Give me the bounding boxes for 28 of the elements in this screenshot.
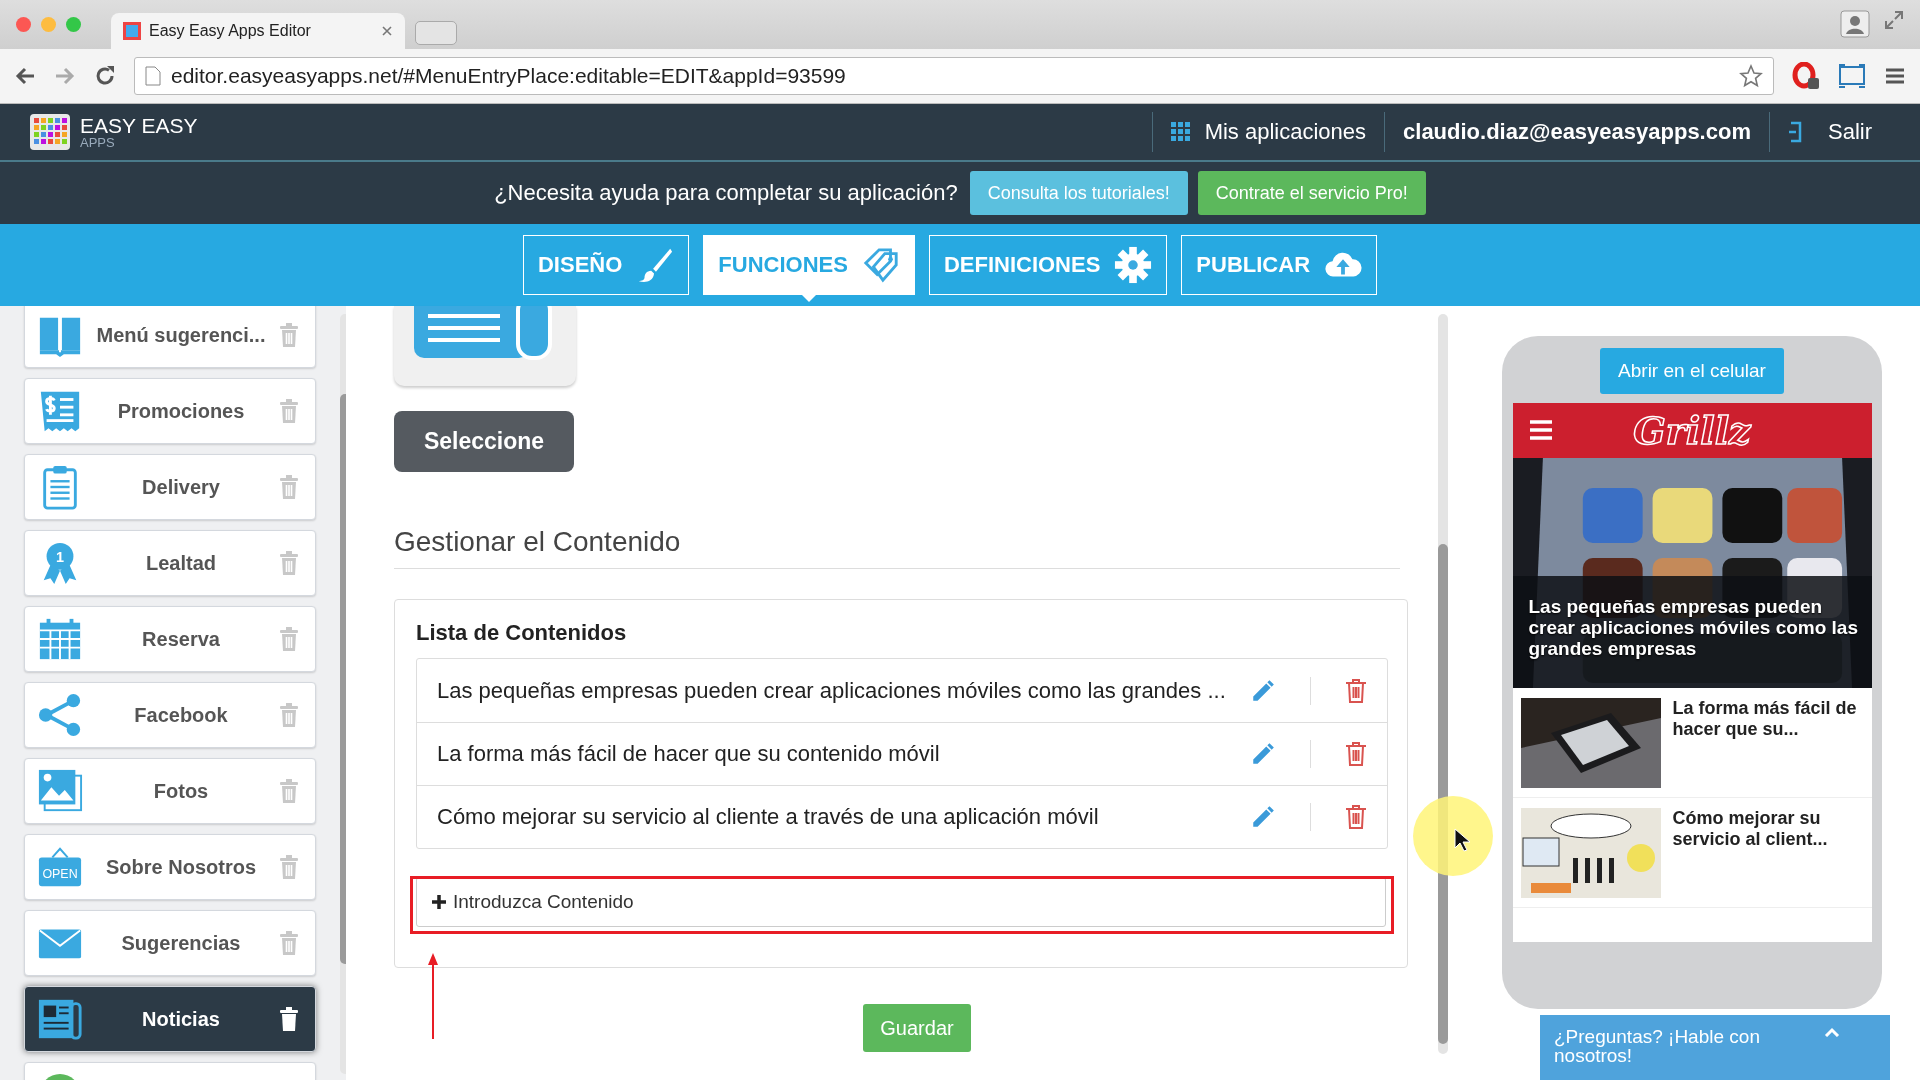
news-title[interactable]: Cómo mejorar su servicio al client...	[1672, 808, 1864, 897]
address-bar[interactable]: editor.easyeasyapps.net/#MenuEntryPlace:editable=EDIT&appId=93599	[134, 57, 1774, 95]
content-title: La forma más fácil de hacer que su contenido móvil	[437, 741, 941, 767]
sidebar-item[interactable]: Promociones	[24, 378, 316, 444]
sidebar-item[interactable]: Sugerencias	[24, 910, 316, 976]
apps-link[interactable]: Mis aplicaciones	[1204, 119, 1367, 145]
sidebar-item[interactable]: Fotos	[24, 758, 316, 824]
sidebar-item[interactable]: Reserva	[24, 606, 316, 672]
logout-link[interactable]: Salir	[1828, 119, 1872, 145]
sidebar-item[interactable]: Facebook	[24, 682, 316, 748]
logo-title: EASY EASY	[80, 115, 198, 136]
browser-tab[interactable]: Easy Easy Apps Editor	[111, 13, 405, 49]
app-logo: Grillz	[1633, 408, 1751, 453]
user-email[interactable]: claudio.diaz@easyeasyapps.com	[1403, 119, 1751, 145]
help-question: ¿Necesita ayuda para completar su aplicación?	[494, 180, 958, 206]
content-title: Las pequeñas empresas pueden crear aplicaciones móviles como las grandes ...	[437, 677, 1227, 704]
sidebar-item[interactable]: Delivery	[24, 454, 316, 520]
content-title: Cómo mejorar su servicio al cliente a través de una aplicación móvil	[437, 804, 1100, 830]
select-button[interactable]: Seleccione	[394, 411, 574, 472]
logo-subtitle: APPS	[80, 136, 116, 149]
sidebar-item[interactable]: Noticias	[24, 986, 316, 1052]
news-title[interactable]: La forma más fácil de hacer que su...	[1672, 698, 1864, 787]
add-content-button[interactable]: Introduzca Contenido	[416, 877, 1386, 927]
sidebar-item[interactable]: 1 Lealtad	[24, 530, 316, 596]
list-title: Lista de Contenidos	[416, 620, 628, 646]
sidebar-item[interactable]: OPEN Sobre Nosotros	[24, 834, 316, 900]
sidebar-item[interactable]: Menú sugerenci...	[24, 306, 316, 368]
section-title: Gestionar el Contenido	[394, 526, 1400, 569]
